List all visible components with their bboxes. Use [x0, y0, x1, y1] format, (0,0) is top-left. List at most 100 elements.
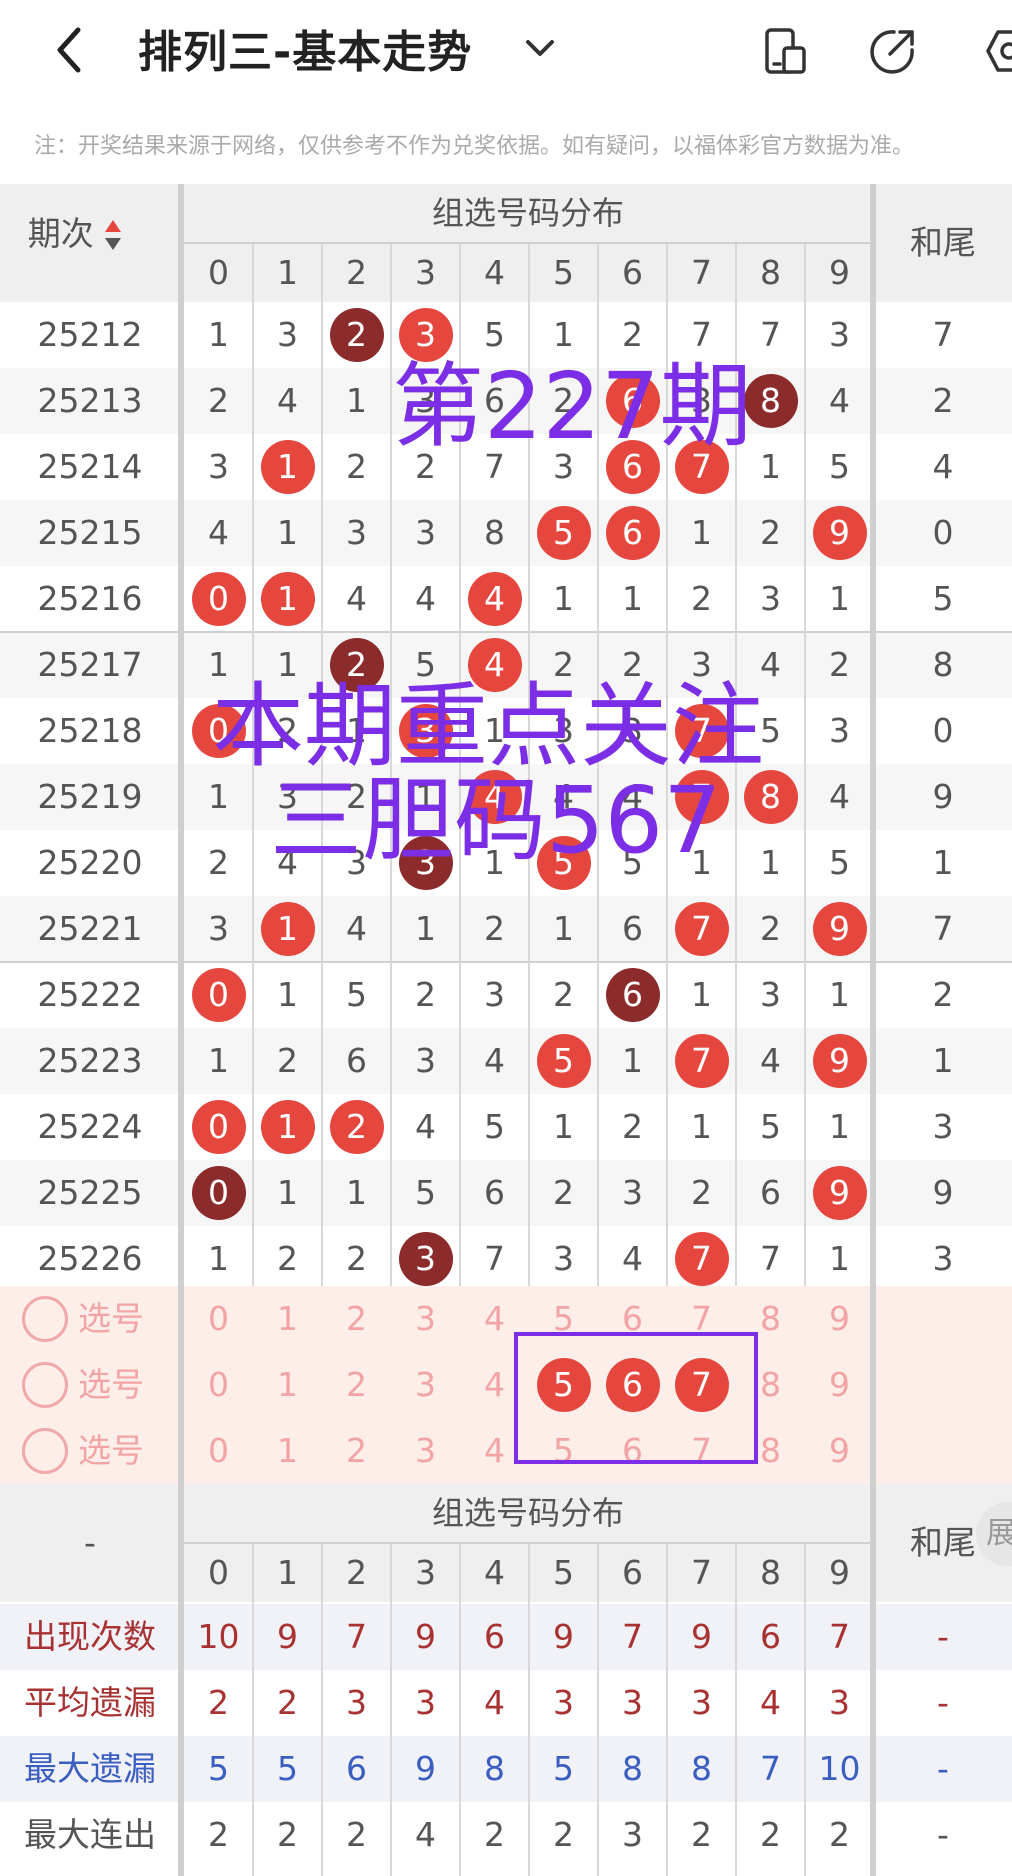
digit-cell: 2: [322, 302, 391, 368]
sum-tail-cell: 7: [932, 909, 954, 948]
digit-header-3: 3: [415, 253, 436, 292]
period-cell: 25222: [37, 975, 143, 1014]
share-icon: [870, 30, 914, 74]
digit-cell: 2: [415, 975, 436, 1014]
period-cell: 25214: [37, 447, 143, 486]
digit-header-4: 4: [484, 253, 505, 292]
select-digit-9[interactable]: 9: [805, 1286, 874, 1352]
select-digit-1[interactable]: 1: [253, 1352, 322, 1418]
stats-value: 5: [208, 1749, 229, 1788]
sum-tail-cell: 8: [932, 645, 954, 684]
digit-cell: 1: [208, 1041, 229, 1080]
table-row[interactable]: 25223 1 2 6 3 4 5 1 7 4 9 1: [0, 1028, 1012, 1094]
select-digit-1[interactable]: 1: [253, 1418, 322, 1484]
select-digit-9[interactable]: 9: [805, 1352, 874, 1418]
digit-cell: 3: [484, 975, 505, 1014]
digit-cell: 2: [208, 381, 229, 420]
digit-header-2: 2: [346, 253, 367, 292]
expand-label: 展: [986, 1516, 1012, 1551]
digit-cell: 3: [553, 1239, 574, 1278]
stats-row-label: 平均遗漏: [24, 1683, 156, 1722]
digit-cell: 7: [760, 1239, 781, 1278]
select-digit-0[interactable]: 0: [184, 1418, 253, 1484]
select-digit-2[interactable]: 2: [322, 1286, 391, 1352]
select-digit-2[interactable]: 2: [322, 1352, 391, 1418]
hit-ball: 9: [812, 1034, 867, 1088]
select-digit-3[interactable]: 3: [391, 1418, 460, 1484]
column-line: [528, 1544, 530, 1876]
table-row[interactable]: 25215 4 1 3 3 8 5 6 1 2 9 0: [0, 500, 1012, 566]
stats-value: 9: [691, 1617, 712, 1656]
page-title[interactable]: 排列三-基本走势: [138, 16, 472, 80]
hit-ball: 5: [536, 1034, 591, 1088]
digit-cell: 3: [760, 975, 781, 1014]
stats-value: 2: [691, 1815, 712, 1854]
stats-value: 3: [829, 1683, 850, 1722]
sum-tail-cell: 2: [932, 381, 954, 420]
column-line: [459, 1544, 461, 1876]
select-row-radio[interactable]: [22, 1296, 68, 1342]
digit-cell: 7: [667, 1226, 736, 1292]
stats-value: 8: [622, 1749, 643, 1788]
digit-cell: 4: [829, 777, 850, 816]
back-button[interactable]: [48, 20, 98, 80]
digit-cell: 4: [622, 1239, 643, 1278]
digit-cell: 9: [805, 1028, 874, 1094]
title-dropdown-toggle[interactable]: [518, 26, 562, 70]
select-digit-0[interactable]: 0: [184, 1286, 253, 1352]
digit-cell: 6: [760, 1173, 781, 1212]
sum-tail-cell: 0: [932, 711, 954, 750]
stats-tail: -: [937, 1683, 949, 1722]
share-button[interactable]: [868, 26, 918, 76]
table-row[interactable]: 25226 1 2 2 3 7 3 4 7 7 1 3: [0, 1226, 1012, 1292]
settings-button[interactable]: [984, 26, 1012, 76]
digit-header-2: 2: [346, 1553, 367, 1592]
stats-value: 2: [553, 1815, 574, 1854]
digit-cell: 3: [415, 513, 436, 552]
stats-value: 6: [760, 1617, 781, 1656]
digit-cell: 6: [346, 1041, 367, 1080]
digit-cell: 1: [346, 1173, 367, 1212]
table-row[interactable]: 25221 3 1 4 1 2 1 6 7 2 9 7: [0, 896, 1012, 962]
settings-icon: [986, 30, 1012, 72]
digit-cell: 0: [184, 1160, 253, 1226]
digit-cell: 1: [253, 1094, 322, 1160]
period-column-separator: [178, 184, 184, 1876]
digit-header-3: 3: [415, 1553, 436, 1592]
digit-cell: 1: [553, 1107, 574, 1146]
select-digit-1[interactable]: 1: [253, 1286, 322, 1352]
period-cell: 25218: [37, 711, 143, 750]
table-row[interactable]: 25222 0 1 5 2 3 2 6 1 3 1 2: [0, 961, 1012, 1028]
table-row[interactable]: 25216 0 1 4 4 4 1 1 2 3 1 5: [0, 566, 1012, 632]
select-digit-3[interactable]: 3: [391, 1352, 460, 1418]
hit-ball: 7: [674, 902, 729, 956]
digit-cell: 2: [277, 1041, 298, 1080]
select-digit-3[interactable]: 3: [391, 1286, 460, 1352]
digit-cell: 1: [829, 1107, 850, 1146]
select-digit-9[interactable]: 9: [805, 1418, 874, 1484]
hit-ball: 0: [191, 572, 246, 626]
sum-tail-cell: 1: [932, 1041, 954, 1080]
digit-cell: 4: [346, 909, 367, 948]
period-cell: 25219: [37, 777, 143, 816]
digit-cell: 3: [415, 1041, 436, 1080]
select-row-radio[interactable]: [22, 1362, 68, 1408]
table-row[interactable]: 25225 0 1 1 5 6 2 3 2 6 9 9: [0, 1160, 1012, 1226]
digit-cell: 1: [208, 1239, 229, 1278]
select-row-radio[interactable]: [22, 1428, 68, 1474]
period-cell: 25223: [37, 1041, 143, 1080]
select-digit-0[interactable]: 0: [184, 1352, 253, 1418]
stats-tail: -: [937, 1749, 949, 1788]
select-row: 选号 0 1 2 3 4 5 6 7 8 9: [0, 1352, 1012, 1418]
table-row[interactable]: 25224 0 1 2 4 5 1 2 1 5 1 3: [0, 1094, 1012, 1160]
digit-cell: 1: [277, 1173, 298, 1212]
select-digit-2[interactable]: 2: [322, 1418, 391, 1484]
digit-cell: 6: [622, 909, 643, 948]
digit-cell: 2: [208, 843, 229, 882]
stats-value: 6: [346, 1749, 367, 1788]
digit-cell: 2: [346, 1239, 367, 1278]
digit-cell: 2: [346, 447, 367, 486]
device-button[interactable]: [760, 26, 810, 76]
repeat-ball: 0: [191, 1166, 246, 1220]
hit-ball: 9: [812, 506, 867, 560]
